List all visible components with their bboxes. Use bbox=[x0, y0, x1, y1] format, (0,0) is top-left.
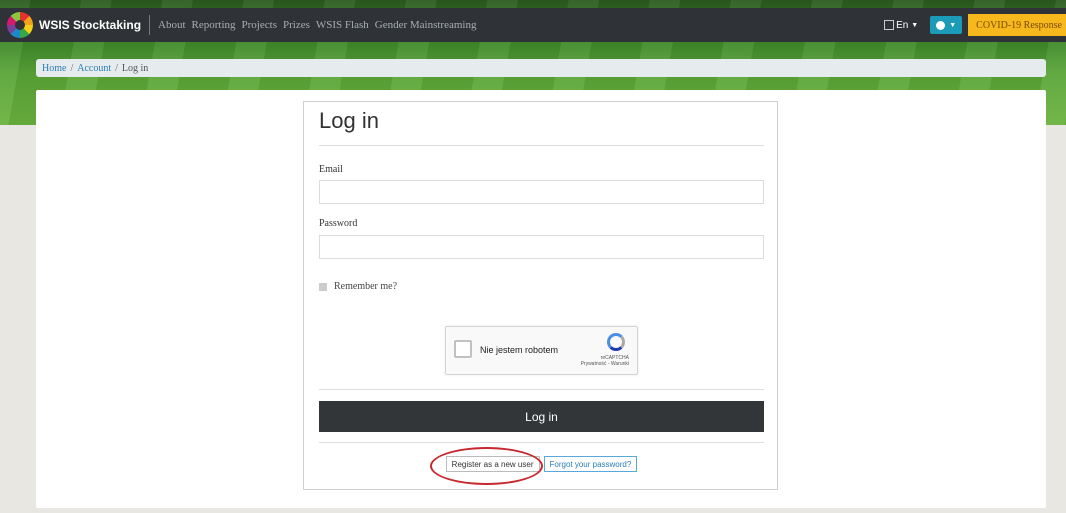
recaptcha-label: Nie jestem robotem bbox=[480, 345, 559, 355]
recaptcha-widget: Nie jestem robotem reCAPTCHA Prywatność … bbox=[445, 326, 638, 375]
form-divider bbox=[319, 389, 764, 390]
recaptcha-terms-links[interactable]: Prywatność - Warunki bbox=[581, 361, 629, 367]
breadcrumb-separator: / bbox=[70, 62, 74, 74]
breadcrumb: Home / Account / Log in bbox=[36, 59, 1046, 77]
form-divider-bottom bbox=[319, 442, 764, 443]
page-title: Log in bbox=[319, 108, 379, 133]
breadcrumb-home[interactable]: Home bbox=[42, 63, 66, 74]
caret-down-icon: ▼ bbox=[949, 21, 957, 29]
flag-icon bbox=[884, 20, 895, 30]
nav-link-prizes[interactable]: Prizes bbox=[283, 19, 310, 31]
user-icon bbox=[936, 20, 946, 30]
password-field[interactable] bbox=[319, 235, 764, 259]
wsis-logo-icon[interactable] bbox=[7, 12, 33, 38]
brand-title[interactable]: WSIS Stocktaking bbox=[39, 15, 151, 35]
nav-link-about[interactable]: About bbox=[158, 19, 186, 31]
login-form: Log in Email Password Remember me? Nie j… bbox=[303, 101, 778, 490]
login-button[interactable]: Log in bbox=[319, 401, 764, 432]
recaptcha-brand: reCAPTCHA Prywatność - Warunki bbox=[581, 355, 629, 367]
email-field[interactable] bbox=[319, 180, 764, 204]
annotation-circle bbox=[430, 447, 543, 485]
breadcrumb-account[interactable]: Account bbox=[77, 63, 111, 74]
language-label: En bbox=[896, 19, 909, 31]
remember-me-label: Remember me? bbox=[334, 281, 398, 292]
title-divider bbox=[319, 145, 764, 146]
email-label: Email bbox=[319, 164, 343, 175]
recaptcha-icon bbox=[607, 333, 625, 351]
recaptcha-checkbox[interactable] bbox=[454, 340, 472, 358]
user-menu-button[interactable]: ▼ bbox=[930, 16, 963, 34]
language-dropdown[interactable]: En ▼ bbox=[884, 20, 918, 31]
nav-link-reporting[interactable]: Reporting bbox=[192, 19, 236, 31]
nav-link-projects[interactable]: Projects bbox=[242, 19, 277, 31]
nav-link-gender-mainstreaming[interactable]: Gender Mainstreaming bbox=[375, 19, 477, 31]
breadcrumb-current: Log in bbox=[121, 62, 149, 74]
top-navbar: WSIS Stocktaking About Reporting Project… bbox=[0, 8, 1066, 42]
password-label: Password bbox=[319, 218, 358, 229]
remember-me[interactable]: Remember me? bbox=[319, 281, 397, 292]
forgot-password-button[interactable]: Forgot your password? bbox=[543, 456, 638, 472]
caret-down-icon: ▼ bbox=[911, 21, 919, 29]
remember-me-checkbox[interactable] bbox=[319, 282, 327, 291]
breadcrumb-separator: / bbox=[115, 62, 118, 74]
navbar-right: En ▼ ▼ COVID-19 Response bbox=[884, 8, 1066, 42]
covid-response-button[interactable]: COVID-19 Response bbox=[968, 14, 1066, 36]
nav-link-wsis-flash[interactable]: WSIS Flash bbox=[316, 19, 369, 31]
nav-links: About Reporting Projects Prizes WSIS Fla… bbox=[158, 19, 482, 31]
